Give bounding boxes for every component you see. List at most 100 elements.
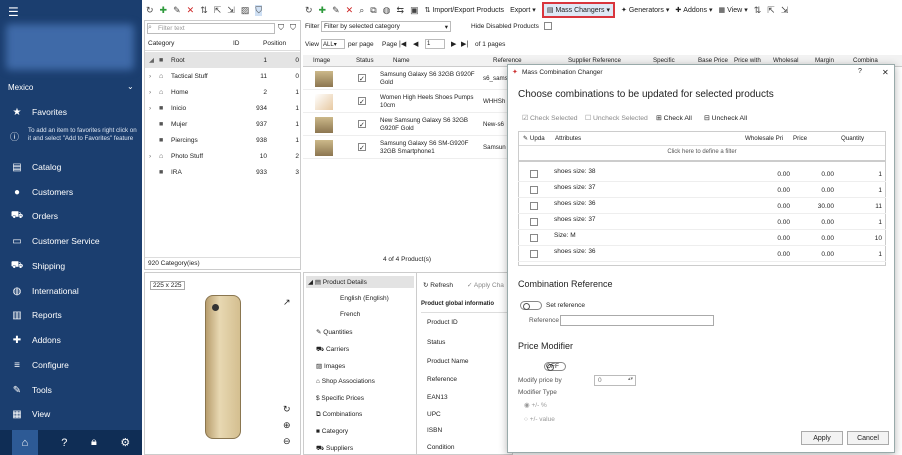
refresh-icon[interactable]: ↻ — [146, 5, 154, 16]
col-combinations[interactable]: Combina — [853, 57, 878, 64]
expand-icon[interactable]: ⇱ — [767, 5, 775, 16]
filter-icon[interactable]: ⛉ — [278, 23, 284, 33]
sidebar-item-international[interactable]: ◍ International — [0, 279, 142, 303]
status-checkbox[interactable]: ✓ — [358, 74, 366, 83]
check-all-button[interactable]: ⊞ Check All — [656, 114, 692, 122]
copy-icon[interactable]: ⧉ — [370, 5, 376, 16]
table-row[interactable]: ✓ Women High Heels Shoes Pumps 10cm WHHSh — [303, 91, 508, 113]
update-checkbox[interactable] — [530, 250, 538, 258]
sidebar-item-orders[interactable]: ⛟ Orders — [0, 204, 142, 228]
refresh-icon[interactable]: ↻ — [283, 404, 291, 415]
close-icon[interactable]: ✕ — [882, 68, 889, 77]
tree-item-images[interactable]: ▨ Images — [316, 362, 345, 370]
col-wholesale[interactable]: Wholesale Pri — [745, 135, 783, 142]
sidebar-item-addons[interactable]: ✚ Addons — [0, 328, 142, 352]
sidebar-item-shipping[interactable]: ⛟ Shipping — [0, 254, 142, 278]
col-reference[interactable]: Reference — [493, 57, 522, 64]
col-supplier-reference[interactable]: Supplier Reference — [568, 57, 621, 64]
filter-select[interactable]: Filter by selected category ▾ — [321, 21, 451, 32]
tree-item-french[interactable]: French — [340, 311, 360, 318]
zoom-out-icon[interactable]: ⊖ — [283, 436, 291, 447]
combination-row[interactable]: shoes size: 38 0.00 0.00 1 — [518, 166, 886, 182]
zoom-in-icon[interactable]: ⊕ — [283, 420, 291, 431]
col-margin[interactable]: Margin — [815, 57, 834, 64]
add-icon[interactable]: ✚ — [160, 5, 168, 16]
radio-value[interactable]: ○ +/- value — [524, 416, 555, 423]
combination-row[interactable]: shoes size: 37 0.00 0.00 1 — [518, 214, 886, 230]
uncheck-all-button[interactable]: ⊟ Uncheck All — [704, 114, 747, 122]
move-icon[interactable]: ⇅ — [200, 5, 208, 16]
col-base-price[interactable]: Base Price — [698, 57, 728, 64]
mass-changers-button[interactable]: ▤ Mass Changers ▾ — [541, 2, 615, 18]
col-price[interactable]: Price — [793, 135, 807, 142]
view-button[interactable]: ▦ View ▾ — [719, 6, 748, 15]
col-wholesale[interactable]: Wholesal — [773, 57, 798, 64]
col-specific[interactable]: Specific — [653, 57, 675, 64]
gear-icon[interactable]: ⚙ — [120, 436, 130, 449]
first-page-icon[interactable]: |◀ — [399, 40, 406, 48]
col-image[interactable]: Image — [313, 57, 330, 64]
refresh-icon[interactable]: ↻ — [305, 5, 313, 16]
status-checkbox[interactable]: ✓ — [358, 143, 366, 152]
col-name[interactable]: Name — [393, 57, 410, 64]
image-icon[interactable]: ▨ — [241, 5, 250, 16]
tree-item-category[interactable]: ■ Category — [316, 428, 348, 435]
tree-item-combinations[interactable]: ⧉ Combinations — [316, 411, 362, 419]
chevron-right-icon[interactable]: › — [149, 73, 151, 80]
update-checkbox[interactable] — [530, 170, 538, 178]
apply-changes-button[interactable]: ✓ Apply Cha — [467, 281, 504, 289]
reference-input[interactable] — [560, 315, 714, 326]
tree-item-carriers[interactable]: ⛟ Carriers — [316, 345, 349, 354]
prev-page-icon[interactable]: ◀ — [413, 40, 418, 48]
hide-disabled-checkbox[interactable] — [544, 22, 552, 30]
filter-icon[interactable]: ⛉ — [255, 4, 263, 16]
sidebar-item-view[interactable]: ▦ View — [0, 402, 142, 426]
add-icon[interactable]: ✚ — [319, 5, 327, 16]
help-icon[interactable]: ? — [61, 437, 67, 449]
category-row[interactable]: ■ IRA 933 3 — [145, 164, 300, 180]
spinner-icon[interactable]: ▴▾ — [628, 376, 633, 382]
category-row[interactable]: ■ Piercings 938 1 — [145, 132, 300, 148]
col-quantity[interactable]: Quantity — [841, 135, 864, 142]
chevron-right-icon[interactable]: › — [149, 89, 151, 96]
table-row[interactable]: ✓ Samsung Galaxy S6 SM-G920F 32GB Smartph… — [303, 137, 508, 159]
web-icon[interactable]: ◍ — [383, 5, 391, 16]
addons-button[interactable]: ✚ Addons ▾ — [675, 6, 712, 15]
set-reference-toggle[interactable] — [520, 301, 542, 310]
radio-percent[interactable]: ◉ +/- % — [524, 401, 547, 409]
category-row[interactable]: ◢ ■ Root 1 0 — [145, 52, 300, 68]
filter-row[interactable]: Click here to define a filter — [519, 147, 885, 159]
collapse-icon[interactable]: ⇲ — [227, 5, 235, 16]
check-selected-button[interactable]: ☑ Check Selected — [522, 114, 578, 122]
col-update[interactable]: ✎ Upda — [523, 135, 545, 142]
store-icon[interactable]: ⌂ — [11, 430, 38, 455]
chevron-down-icon[interactable]: ⌄ — [127, 82, 134, 91]
apply-button[interactable]: Apply — [801, 431, 843, 445]
edit-icon[interactable]: ✎ — [332, 5, 340, 16]
import-export-button[interactable]: ⇅ Import/Export Products — [425, 6, 504, 15]
help-icon[interactable]: ? — [858, 68, 862, 75]
col-category[interactable]: Category — [148, 40, 174, 47]
delete-icon[interactable]: ✕ — [346, 5, 354, 16]
sidebar-item-customer-service[interactable]: ▭ Customer Service — [0, 229, 142, 253]
sidebar-item-catalog[interactable]: ▤ Catalog — [0, 155, 142, 179]
expand-icon[interactable]: ⇱ — [214, 5, 222, 16]
status-checkbox[interactable]: ✓ — [358, 120, 366, 129]
col-attributes[interactable]: Attributes — [555, 135, 581, 142]
open-external-icon[interactable]: ↗ — [283, 297, 291, 308]
export-button[interactable]: Export ▾ — [510, 6, 536, 15]
col-position[interactable]: Position — [263, 40, 286, 47]
tree-item-english[interactable]: English (English) — [340, 295, 389, 302]
chevron-down-icon[interactable]: ◢ — [149, 56, 154, 64]
category-row[interactable]: › ⌂ Home 2 1 — [145, 84, 300, 100]
sidebar-item-reports[interactable]: ▥ Reports — [0, 303, 142, 327]
page-input[interactable]: 1 — [425, 39, 445, 49]
combination-row[interactable]: Size: M 0.00 0.00 10 — [518, 230, 886, 246]
sidebar-item-customers[interactable]: ● Customers — [0, 180, 142, 204]
refresh-button[interactable]: ↻ Refresh — [423, 281, 453, 289]
generators-button[interactable]: ✦ Generators ▾ — [621, 6, 669, 15]
col-id[interactable]: ID — [233, 40, 240, 47]
link-icon[interactable]: ⇆ — [397, 5, 405, 16]
combination-row[interactable]: shoes size: 37 0.00 0.00 1 — [518, 182, 886, 198]
chevron-right-icon[interactable]: › — [149, 105, 151, 112]
